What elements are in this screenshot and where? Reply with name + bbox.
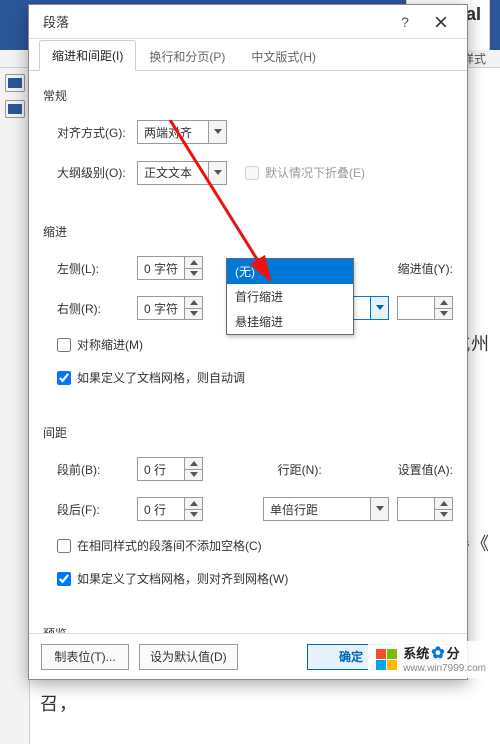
collapse-by-default-checkbox	[245, 166, 259, 180]
left-gutter-icons	[0, 68, 30, 744]
dialog-titlebar[interactable]: 段落 ?	[29, 5, 467, 39]
tab-line-page-breaks[interactable]: 换行和分页(P)	[136, 41, 238, 71]
spinner-up[interactable]	[185, 257, 202, 269]
spacing-at-label: 设置值(A):	[398, 461, 453, 478]
indent-icon[interactable]	[5, 74, 25, 92]
line-spacing-label: 行距(N):	[278, 461, 322, 478]
spinner-up[interactable]	[185, 458, 202, 470]
indent-left-label: 左侧(L):	[57, 260, 129, 277]
dropdown-option-none[interactable]: (无)	[227, 259, 353, 284]
space-after-label: 段后(F):	[57, 501, 129, 518]
collapse-label: 默认情况下折叠(E)	[265, 164, 365, 181]
section-indentation: 缩进	[43, 223, 453, 240]
spinner-down[interactable]	[185, 269, 202, 280]
chevron-down-icon	[370, 297, 388, 319]
snap-to-grid-checkbox[interactable]	[57, 572, 71, 586]
spinner-up[interactable]	[435, 297, 452, 309]
chevron-down-icon	[208, 162, 226, 184]
tab-asian-typography[interactable]: 中文版式(H)	[238, 41, 329, 71]
spinner-up[interactable]	[435, 498, 452, 510]
watermark: 系统✿分 www.win7999.com	[368, 641, 494, 678]
dropdown-option-hanging[interactable]: 悬挂缩进	[227, 309, 353, 334]
no-space-same-style-checkbox[interactable]	[57, 539, 71, 553]
tab-indent-spacing[interactable]: 缩进和间距(I)	[39, 40, 136, 71]
outline-level-label: 大纲级别(O):	[57, 164, 129, 181]
spinner-down[interactable]	[435, 309, 452, 320]
special-format-dropdown[interactable]: (无) 首行缩进 悬挂缩进	[226, 258, 354, 335]
indent-right-label: 右侧(R):	[57, 300, 129, 317]
grid-auto-indent-checkbox[interactable]	[57, 371, 71, 385]
windows-logo-icon	[376, 649, 397, 670]
no-space-same-style-label: 在相同样式的段落间不添加空格(C)	[77, 537, 262, 554]
mirror-indents-label: 对称缩进(M)	[77, 336, 143, 353]
dialog-tabs: 缩进和间距(I) 换行和分页(P) 中文版式(H)	[29, 39, 467, 71]
chevron-down-icon	[370, 498, 388, 520]
dialog-title: 段落	[43, 12, 387, 31]
grid-auto-indent-label: 如果定义了文档网格，则自动调	[77, 369, 245, 386]
close-button[interactable]	[423, 9, 459, 35]
snap-to-grid-label: 如果定义了文档网格，则对齐到网格(W)	[77, 570, 288, 587]
space-after-spinner[interactable]: 0 行	[137, 497, 203, 521]
section-preview: 预览	[43, 625, 453, 633]
indent-by-label: 缩进值(Y):	[398, 260, 453, 277]
spinner-down[interactable]	[185, 510, 202, 521]
spinner-down[interactable]	[435, 510, 452, 521]
spinner-up[interactable]	[185, 297, 202, 309]
indent-icon[interactable]	[5, 100, 25, 118]
line-spacing-combo[interactable]: 单倍行距	[263, 497, 389, 521]
flower-icon: ✿	[431, 645, 444, 662]
spinner-down[interactable]	[185, 470, 202, 481]
space-before-spinner[interactable]: 0 行	[137, 457, 203, 481]
spacing-at-spinner[interactable]	[397, 497, 453, 521]
indent-by-spinner[interactable]	[397, 296, 453, 320]
chevron-down-icon	[208, 121, 226, 143]
dialog-body: 常规 对齐方式(G): 两端对齐 大纲级别(O): 正文文本 默认情况下折叠(E…	[29, 71, 467, 633]
mirror-indents-checkbox[interactable]	[57, 338, 71, 352]
alignment-combo[interactable]: 两端对齐	[137, 120, 227, 144]
tabs-button[interactable]: 制表位(T)...	[41, 644, 129, 670]
spinner-up[interactable]	[185, 498, 202, 510]
indent-right-spinner[interactable]: 0 字符	[137, 296, 203, 320]
section-general: 常规	[43, 87, 453, 104]
set-default-button[interactable]: 设为默认值(D)	[139, 644, 238, 670]
section-spacing: 间距	[43, 424, 453, 441]
outline-level-combo[interactable]: 正文文本	[137, 161, 227, 185]
help-button[interactable]: ?	[387, 9, 423, 35]
spinner-down[interactable]	[185, 309, 202, 320]
paragraph-dialog: 段落 ? 缩进和间距(I) 换行和分页(P) 中文版式(H) 常规 对齐方式(G…	[28, 4, 468, 680]
close-icon	[435, 16, 447, 28]
space-before-label: 段前(B):	[57, 461, 129, 478]
dropdown-option-first-line[interactable]: 首行缩进	[227, 284, 353, 309]
indent-left-spinner[interactable]: 0 字符	[137, 256, 203, 280]
alignment-label: 对齐方式(G):	[57, 124, 129, 141]
